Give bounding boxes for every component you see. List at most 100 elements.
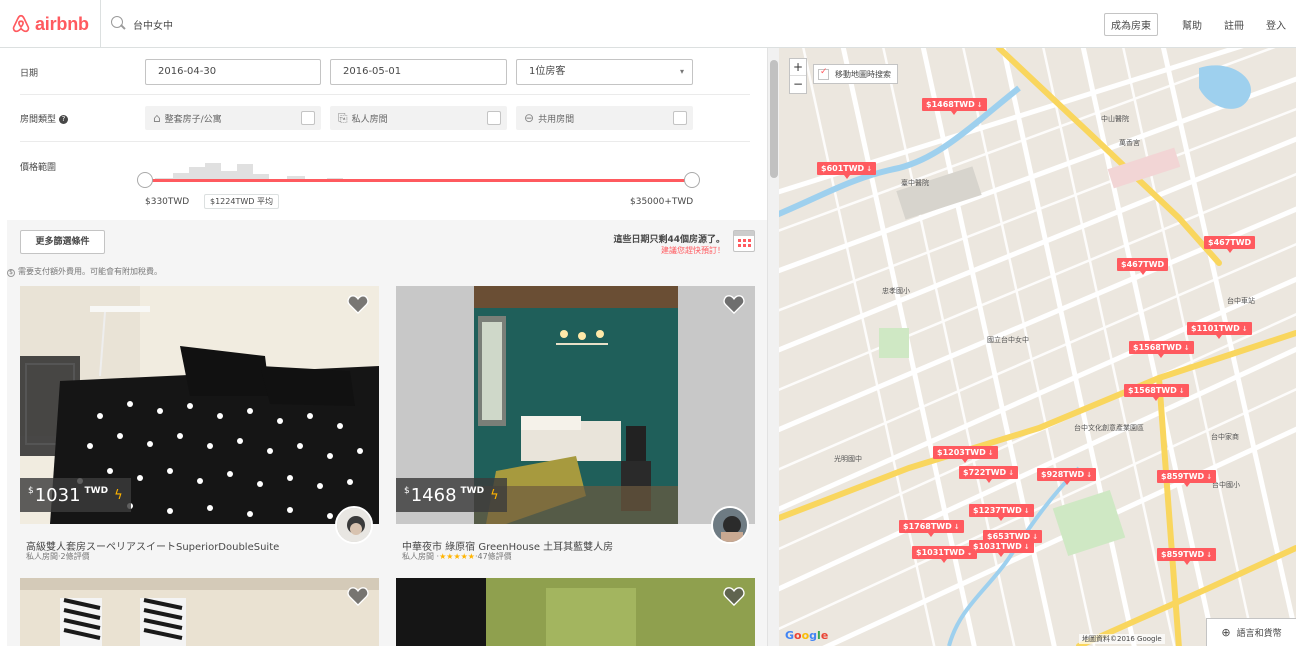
arrow-down-icon: ↓: [1178, 387, 1185, 395]
map-price-pin[interactable]: $1568TWD ↓: [1129, 341, 1194, 358]
arrow-down-icon: ↓: [1023, 543, 1030, 551]
map-poi-label: 國立台中女中: [987, 336, 1029, 344]
listing-card[interactable]: [396, 578, 755, 646]
wishlist-heart-icon[interactable]: [347, 294, 369, 314]
map-price-pin[interactable]: $1101TWD ↓: [1187, 322, 1252, 339]
listing-photo[interactable]: $ 1468 TWD ϟ: [396, 286, 755, 524]
google-logo[interactable]: Google: [785, 629, 828, 642]
book-soon-notice: 建議您趕快預訂！: [661, 246, 725, 255]
door-icon: ⎘: [338, 110, 348, 125]
zoom-out-button[interactable]: −: [790, 76, 806, 93]
globe-icon: ⊕: [1221, 626, 1231, 639]
listing-card[interactable]: [20, 578, 379, 646]
host-avatar[interactable]: [335, 506, 373, 544]
price-value: 1468: [410, 484, 457, 506]
price-value: 1031: [34, 484, 81, 506]
wishlist-heart-icon[interactable]: [347, 586, 369, 606]
map-pin-price: $1031TWD: [916, 548, 965, 557]
checkin-field[interactable]: 2016-04-30: [145, 59, 321, 85]
chevron-down-icon: ▾: [679, 67, 684, 76]
map-price-pin[interactable]: $722TWD ↓: [959, 466, 1019, 483]
room-type-label-text: 房間類型: [20, 115, 57, 125]
room-type-shared-room-label: 共用房間: [538, 114, 575, 125]
map-pin-price: $1468TWD: [926, 100, 975, 109]
map-poi-label: 台中文化創意產業園區: [1074, 424, 1144, 432]
price-min-label: $330TWD: [145, 197, 190, 207]
nav-help-link[interactable]: 幫助: [1182, 17, 1202, 32]
wishlist-heart-icon[interactable]: [723, 586, 745, 606]
search-when-map-moves-toggle[interactable]: 移動地圖時搜索: [813, 64, 898, 84]
map-price-pin[interactable]: $859TWD ↓: [1157, 548, 1217, 565]
map-price-pin[interactable]: $467TWD: [1117, 258, 1169, 275]
listing-photo[interactable]: [20, 578, 379, 646]
room-type-private-room[interactable]: ⎘ 私人房間: [330, 106, 507, 130]
map-price-pin[interactable]: $1203TWD ↓: [933, 446, 998, 463]
map-price-pin[interactable]: $1768TWD ↓: [899, 520, 964, 537]
map-price-pin[interactable]: $1568TWD ↓: [1124, 384, 1189, 401]
map-price-pin[interactable]: $1237TWD ↓: [969, 504, 1034, 521]
host-avatar[interactable]: [711, 506, 749, 544]
map-price-pin[interactable]: $1031TWD ↓: [912, 546, 977, 563]
zoom-in-button[interactable]: +: [790, 59, 806, 76]
airbnb-logo[interactable]: airbnb: [10, 13, 89, 35]
listing-photo[interactable]: [396, 578, 755, 646]
price-slider-max-handle[interactable]: [684, 172, 700, 188]
location-search-input[interactable]: [133, 18, 433, 30]
map-price-pin[interactable]: $601TWD ↓: [817, 162, 877, 179]
listing-price-tag: $ 1468 TWD ϟ: [396, 478, 507, 512]
results-scrollbar[interactable]: [767, 48, 779, 646]
map-poi-label: 中山醫院: [1101, 115, 1129, 123]
listing-photo[interactable]: $ 1031 TWD ϟ: [20, 286, 379, 524]
wishlist-heart-icon[interactable]: [723, 294, 745, 314]
map-pin-price: $1568TWD: [1128, 386, 1177, 395]
listings-area: 更多篩選條件 這些日期只剩44個房源了。 建議您趕快預訂！ $ 需要支付額外費用。…: [7, 220, 767, 646]
map-poi-label: 光明國中: [834, 455, 862, 463]
price-slider-track[interactable]: [145, 179, 693, 182]
room-type-shared-room[interactable]: ⊖ 共用房間: [516, 106, 693, 130]
search-when-map-moves-checkbox[interactable]: [818, 67, 829, 80]
guests-select[interactable]: 1位房客 ▾: [516, 59, 693, 85]
scrollbar-thumb[interactable]: [770, 60, 778, 178]
map-attribution[interactable]: 地圖資料©2016 Google: [1079, 634, 1165, 644]
language-currency-button[interactable]: ⊕ 語言和貨幣: [1206, 618, 1296, 646]
map-roads: [779, 48, 1296, 646]
checkout-field[interactable]: 2016-05-01: [330, 59, 507, 85]
map-pin-price: $1031TWD: [973, 542, 1022, 551]
price-histogram: [155, 161, 385, 181]
nav-signup-link[interactable]: 註冊: [1224, 17, 1244, 32]
price-slider-min-handle[interactable]: [137, 172, 153, 188]
map-pin-price: $1203TWD: [937, 448, 986, 457]
instant-book-icon: ϟ: [114, 487, 123, 503]
map-pin-price: $467TWD: [1121, 260, 1165, 269]
nav-login-link[interactable]: 登入: [1266, 17, 1286, 32]
map-zoom-control[interactable]: + −: [789, 58, 807, 94]
room-type-private-room-checkbox[interactable]: [487, 111, 501, 125]
room-type-entire-home-checkbox[interactable]: [301, 111, 315, 125]
map-price-pin[interactable]: $1468TWD ↓: [922, 98, 987, 115]
price-currency: $: [404, 486, 410, 496]
date-label: 日期: [20, 69, 39, 79]
location-search[interactable]: [100, 0, 660, 48]
listing-card[interactable]: $ 1468 TWD ϟ 中華夜市 綠原宿 GreenHouse 土耳其藍雙人房…: [396, 286, 755, 576]
map-pin-price: $1101TWD: [1191, 324, 1240, 333]
bedroom-photo: [20, 578, 379, 646]
become-host-button[interactable]: 成為房東: [1104, 12, 1158, 36]
divider: [20, 141, 750, 142]
arrow-down-icon: ↓: [1206, 473, 1213, 481]
map-price-pin[interactable]: $928TWD ↓: [1037, 468, 1097, 485]
map-pin-price: $859TWD: [1161, 550, 1205, 559]
more-filters-button[interactable]: 更多篩選條件: [20, 230, 105, 254]
help-icon[interactable]: ?: [59, 115, 69, 124]
room-type-entire-home[interactable]: ⌂ 整套房子/公寓: [145, 106, 321, 130]
room-type-shared-room-checkbox[interactable]: [673, 111, 687, 125]
room-type-label: 房間類型?: [20, 112, 69, 125]
map-price-pin[interactable]: $1031TWD ↓: [969, 540, 1034, 557]
bedroom-photo: [396, 578, 755, 646]
listing-card[interactable]: $ 1031 TWD ϟ 高級雙人套房スーペリアスイートSuperiorDoub…: [20, 286, 379, 576]
map-price-pin[interactable]: $467TWD: [1204, 236, 1256, 253]
map-poi-label: 忠孝國小: [882, 287, 910, 295]
map-price-pin[interactable]: $859TWD ↓: [1157, 470, 1217, 487]
price-max-label: $35000+TWD: [630, 197, 694, 207]
map-view[interactable]: + − 移動地圖時搜索 中山醫院 臺中醫院 國立台中女中 台中車站 台中文化創意…: [779, 48, 1296, 646]
house-icon: ⌂: [153, 111, 161, 125]
